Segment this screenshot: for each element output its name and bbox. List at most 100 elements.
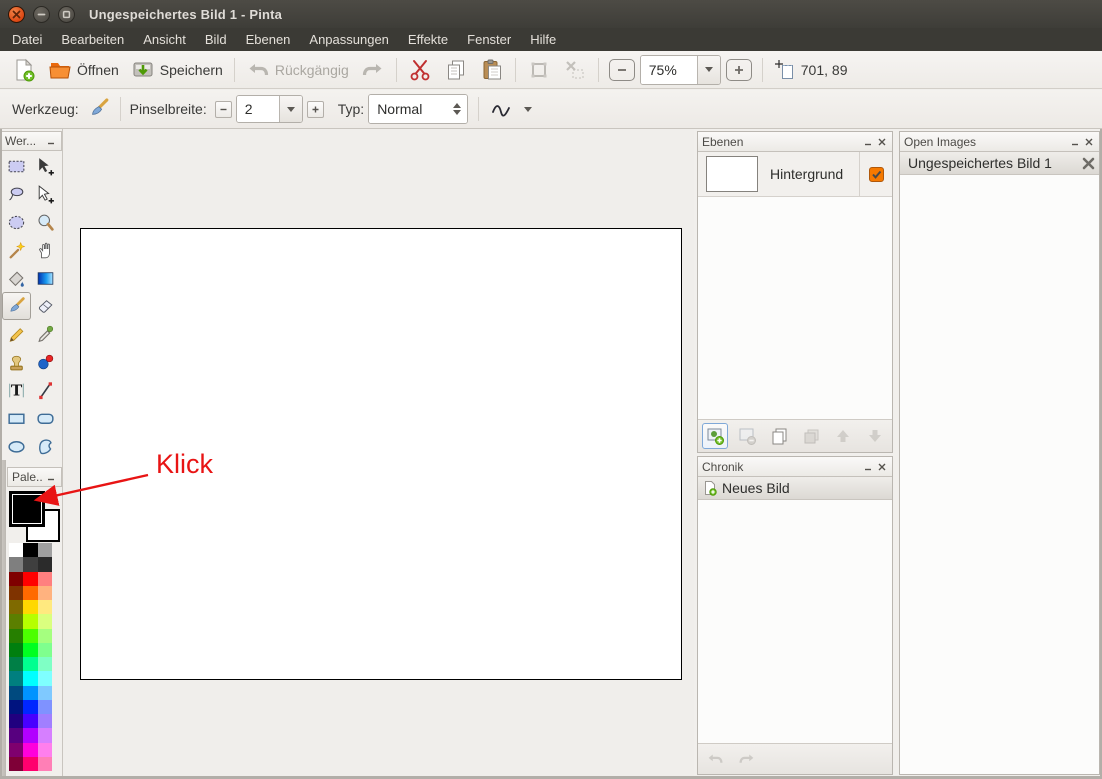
- palette-swatch[interactable]: [23, 614, 37, 628]
- palette-swatch[interactable]: [9, 643, 23, 657]
- undo-button[interactable]: Rückgängig: [240, 55, 355, 85]
- palette-swatch[interactable]: [38, 700, 52, 714]
- tool-ellipse[interactable]: [2, 432, 31, 460]
- palette-swatch[interactable]: [38, 572, 52, 586]
- blend-type-value[interactable]: Normal: [369, 95, 447, 123]
- tool-recolor[interactable]: [31, 348, 60, 376]
- palette-swatch[interactable]: [23, 572, 37, 586]
- brush-width-increase-button[interactable]: [307, 101, 324, 118]
- palette-swatch[interactable]: [9, 629, 23, 643]
- palette-swatch[interactable]: [23, 557, 37, 571]
- menu-effekte[interactable]: Effekte: [400, 30, 456, 49]
- tool-freeform-shape[interactable]: [31, 432, 60, 460]
- brush-width-combobox[interactable]: 2: [236, 95, 303, 123]
- palette-swatch[interactable]: [38, 757, 52, 771]
- brush-width-value[interactable]: 2: [237, 96, 279, 122]
- layer-row[interactable]: Hintergrund: [698, 152, 892, 197]
- palette-swatch[interactable]: [23, 543, 37, 557]
- brush-width-dropdown-button[interactable]: [279, 96, 302, 122]
- copy-button[interactable]: [438, 55, 474, 85]
- palette-swatch[interactable]: [38, 671, 52, 685]
- swap-colors-icon[interactable]: [44, 488, 57, 508]
- palette-swatch[interactable]: [9, 700, 23, 714]
- tool-magic-wand[interactable]: [2, 236, 31, 264]
- palette-swatch[interactable]: [23, 686, 37, 700]
- tool-move-selected-pixels[interactable]: [31, 152, 60, 180]
- palette-swatch[interactable]: [23, 643, 37, 657]
- move-layer-up-button[interactable]: [830, 423, 856, 449]
- palette-swatch[interactable]: [23, 657, 37, 671]
- palette-swatch[interactable]: [9, 728, 23, 742]
- duplicate-layer-button[interactable]: [766, 423, 792, 449]
- primary-color-swatch[interactable]: [9, 491, 45, 527]
- crop-to-selection-button[interactable]: [521, 55, 557, 85]
- zoom-level-value[interactable]: 75%: [641, 56, 697, 84]
- move-layer-down-button[interactable]: [862, 423, 888, 449]
- menu-hilfe[interactable]: Hilfe: [522, 30, 564, 49]
- palette-swatch[interactable]: [23, 629, 37, 643]
- save-button[interactable]: Speichern: [125, 55, 229, 85]
- tool-rectangle-select[interactable]: [2, 152, 31, 180]
- menu-ansicht[interactable]: Ansicht: [135, 30, 194, 49]
- palette-swatch[interactable]: [9, 743, 23, 757]
- add-layer-button[interactable]: [702, 423, 728, 449]
- palette-swatch[interactable]: [9, 714, 23, 728]
- palette-swatch[interactable]: [9, 586, 23, 600]
- close-image-icon[interactable]: [1082, 157, 1095, 170]
- close-window-icon[interactable]: [8, 6, 25, 23]
- paste-button[interactable]: [474, 55, 510, 85]
- merge-layer-down-button[interactable]: [798, 423, 824, 449]
- palette-swatch[interactable]: [9, 572, 23, 586]
- tool-line-curve[interactable]: [31, 376, 60, 404]
- palette-swatch[interactable]: [38, 743, 52, 757]
- blend-type-spinner[interactable]: [447, 95, 467, 123]
- layers-panel-minimize-button[interactable]: [862, 136, 874, 148]
- palette-swatch[interactable]: [23, 743, 37, 757]
- layers-panel-close-button[interactable]: [876, 136, 888, 148]
- palette-swatch[interactable]: [9, 686, 23, 700]
- palette-swatch[interactable]: [38, 728, 52, 742]
- new-image-button[interactable]: [6, 55, 42, 85]
- line-style-button[interactable]: [484, 96, 538, 122]
- palette-swatch[interactable]: [9, 543, 23, 557]
- palette-swatch[interactable]: [38, 629, 52, 643]
- tool-gradient[interactable]: [31, 264, 60, 292]
- zoom-level-combobox[interactable]: 75%: [640, 55, 721, 85]
- tool-pan[interactable]: [31, 236, 60, 264]
- palette-swatch[interactable]: [23, 728, 37, 742]
- palette-swatch[interactable]: [38, 543, 52, 557]
- tool-text[interactable]: T: [2, 376, 31, 404]
- palette-swatch[interactable]: [38, 586, 52, 600]
- palette-swatch[interactable]: [38, 557, 52, 571]
- open-images-minimize-button[interactable]: [1069, 136, 1081, 148]
- palette-swatch[interactable]: [23, 714, 37, 728]
- palette-swatch[interactable]: [38, 686, 52, 700]
- tool-pencil[interactable]: [2, 320, 31, 348]
- menu-ebenen[interactable]: Ebenen: [238, 30, 299, 49]
- palette-swatch[interactable]: [9, 757, 23, 771]
- palette-swatch[interactable]: [38, 600, 52, 614]
- history-panel-minimize-button[interactable]: [862, 461, 874, 473]
- palette-swatch[interactable]: [38, 714, 52, 728]
- tool-clone-stamp[interactable]: [2, 348, 31, 376]
- tool-ellipse-select[interactable]: [2, 208, 31, 236]
- menu-datei[interactable]: Datei: [4, 30, 50, 49]
- tool-rounded-rectangle[interactable]: [31, 404, 60, 432]
- tool-paintbrush[interactable]: [2, 292, 31, 320]
- palette-swatch[interactable]: [9, 657, 23, 671]
- tool-color-picker[interactable]: [31, 320, 60, 348]
- palette-swatch[interactable]: [23, 700, 37, 714]
- tool-zoom[interactable]: [31, 208, 60, 236]
- zoom-level-dropdown-button[interactable]: [697, 56, 720, 84]
- layer-visible-checkbox[interactable]: [869, 167, 884, 182]
- palette-swatch[interactable]: [23, 757, 37, 771]
- tool-paint-bucket[interactable]: [2, 264, 31, 292]
- tool-rectangle[interactable]: [2, 404, 31, 432]
- tool-lasso-select[interactable]: [2, 180, 31, 208]
- history-item[interactable]: Neues Bild: [698, 477, 892, 500]
- remove-layer-button[interactable]: [734, 423, 760, 449]
- history-undo-button[interactable]: [702, 746, 728, 772]
- palette-swatch[interactable]: [38, 614, 52, 628]
- tool-move-selection[interactable]: [31, 180, 60, 208]
- palette-swatch[interactable]: [9, 600, 23, 614]
